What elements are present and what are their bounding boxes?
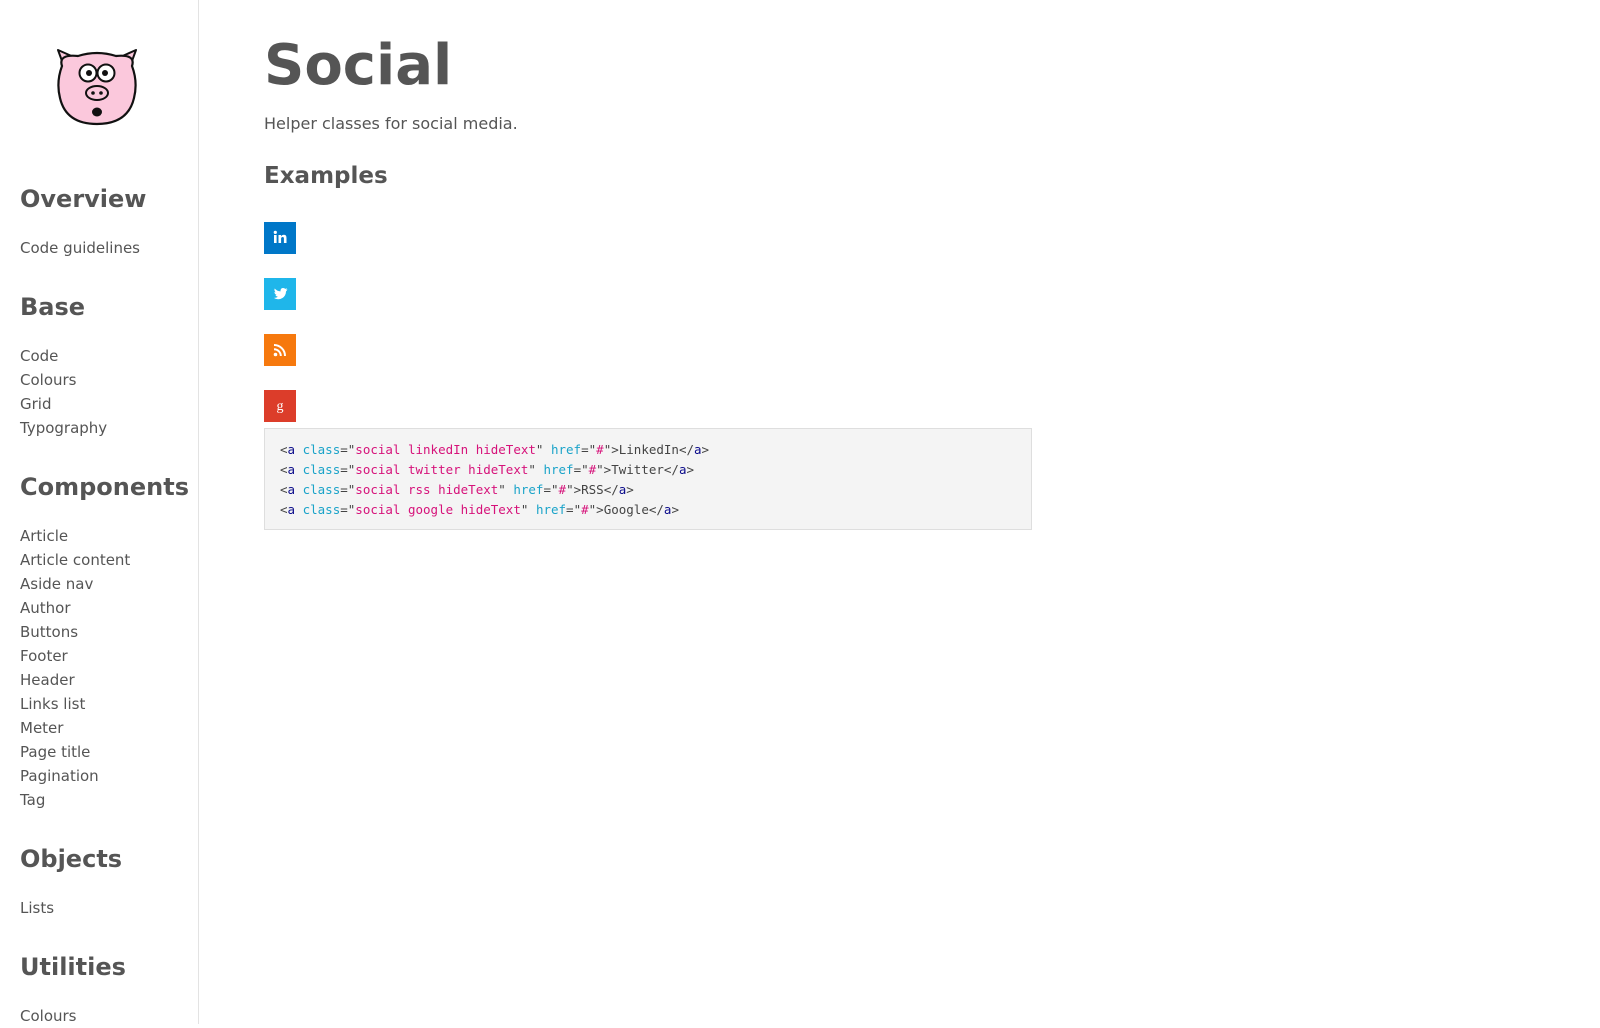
nav-heading-overview: Overview [20,185,147,213]
code-attr: href [543,462,574,477]
code-punct: " [520,502,536,517]
nav-item-links-list[interactable]: Links list [20,692,189,716]
code-text: ">Twitter</ [596,462,679,477]
nav-list-overview: Code guidelines [20,236,146,260]
code-attr: class [302,482,341,497]
code-attr: href [550,442,582,457]
linkedin-icon [264,222,296,254]
code-punct: =" [573,462,589,477]
code-punct: > [626,482,634,497]
code-text: ">LinkedIn</ [603,442,694,457]
code-punct: < [280,482,288,497]
code-punct: =" [543,482,559,497]
nav-item-buttons[interactable]: Buttons [20,620,189,644]
nav-item-utilities-colours[interactable]: Colours [20,1004,126,1028]
nav-item-typography[interactable]: Typography [20,416,107,440]
nav-heading-components: Components [20,473,189,501]
google-button[interactable]: g [264,390,296,422]
code-attr: class [302,502,341,517]
code-punct: =" [340,462,356,477]
code-line: <a class="social google hideText" href="… [280,500,1016,520]
code-tag: a [287,502,296,517]
code-punct: =" [340,442,356,457]
twitter-button[interactable] [264,278,296,310]
nav-item-header[interactable]: Header [20,668,189,692]
nav-item-colours[interactable]: Colours [20,368,107,392]
code-punct: < [280,502,288,517]
nav-list-utilities: Colours [20,1004,126,1028]
nav-list-components: Article Article content Aside nav Author… [20,524,189,812]
sidebar: Overview Code guidelines Base Code Colou… [0,0,199,1025]
nav-item-code-guidelines[interactable]: Code guidelines [20,236,146,260]
code-punct: =" [340,502,356,517]
nav-heading-utilities: Utilities [20,953,126,981]
page-lead: Helper classes for social media. [264,114,518,133]
code-punct: =" [581,442,597,457]
nav-section-base: Base Code Colours Grid Typography [20,293,107,440]
nav-item-aside-nav[interactable]: Aside nav [20,572,189,596]
code-punct: =" [340,482,356,497]
code-attr: class [302,462,341,477]
nav-item-pagination[interactable]: Pagination [20,764,189,788]
nav-item-author[interactable]: Author [20,596,189,620]
code-line: <a class="social twitter hideText" href=… [280,460,1016,480]
pig-logo-icon[interactable] [52,46,142,128]
nav-section-objects: Objects Lists [20,845,122,920]
code-tag: a [287,482,296,497]
code-punct: < [280,442,288,457]
svg-text:g: g [277,399,284,414]
code-value: # [581,502,589,517]
nav-section-utilities: Utilities Colours [20,953,126,1028]
nav-item-meter[interactable]: Meter [20,716,189,740]
code-punct: " [535,442,551,457]
rss-button[interactable] [264,334,296,366]
code-punct: < [280,462,288,477]
nav-item-article[interactable]: Article [20,524,189,548]
rss-icon [264,334,296,366]
nav-section-overview: Overview Code guidelines [20,185,146,260]
code-example: <a class="social linkedIn hideText" href… [264,428,1032,530]
code-punct: > [701,442,710,457]
nav-heading-base: Base [20,293,86,321]
nav-list-base: Code Colours Grid Typography [20,344,107,440]
nav-item-footer[interactable]: Footer [20,644,189,668]
examples-heading: Examples [264,163,388,189]
code-tag: a [287,442,296,457]
nav-list-objects: Lists [20,896,122,920]
nav-item-article-content[interactable]: Article content [20,548,189,572]
code-punct: " [528,462,544,477]
code-punct: > [671,502,679,517]
google-plus-icon: g [264,390,296,422]
code-text: ">RSS</ [566,482,619,497]
code-value: social rss hideText [355,482,499,497]
nav-item-code[interactable]: Code [20,344,107,368]
nav-item-lists[interactable]: Lists [20,896,122,920]
linkedin-button[interactable] [264,222,296,254]
nav-item-page-title[interactable]: Page title [20,740,189,764]
twitter-icon [264,278,296,310]
nav-section-components: Components Article Article content Aside… [20,473,189,812]
code-attr: href [535,502,567,517]
code-value: # [558,482,567,497]
code-attr: href [513,482,544,497]
code-punct: =" [566,502,582,517]
code-punct: " [498,482,514,497]
nav-item-tag[interactable]: Tag [20,788,189,812]
code-attr: class [302,442,341,457]
code-value: social linkedIn hideText [355,442,536,457]
code-value: social google hideText [355,502,521,517]
nav-heading-objects: Objects [20,845,123,873]
code-text: ">Google</ [588,502,664,517]
code-line: <a class="social linkedIn hideText" href… [280,440,1016,460]
code-tag: a [694,442,702,457]
code-value: social twitter hideText [355,462,529,477]
code-punct: > [686,462,695,477]
page-title: Social [264,33,453,98]
code-tag: a [287,462,296,477]
code-line: <a class="social rss hideText" href="#">… [280,480,1016,500]
nav-item-grid[interactable]: Grid [20,392,107,416]
code-value: # [596,442,604,457]
